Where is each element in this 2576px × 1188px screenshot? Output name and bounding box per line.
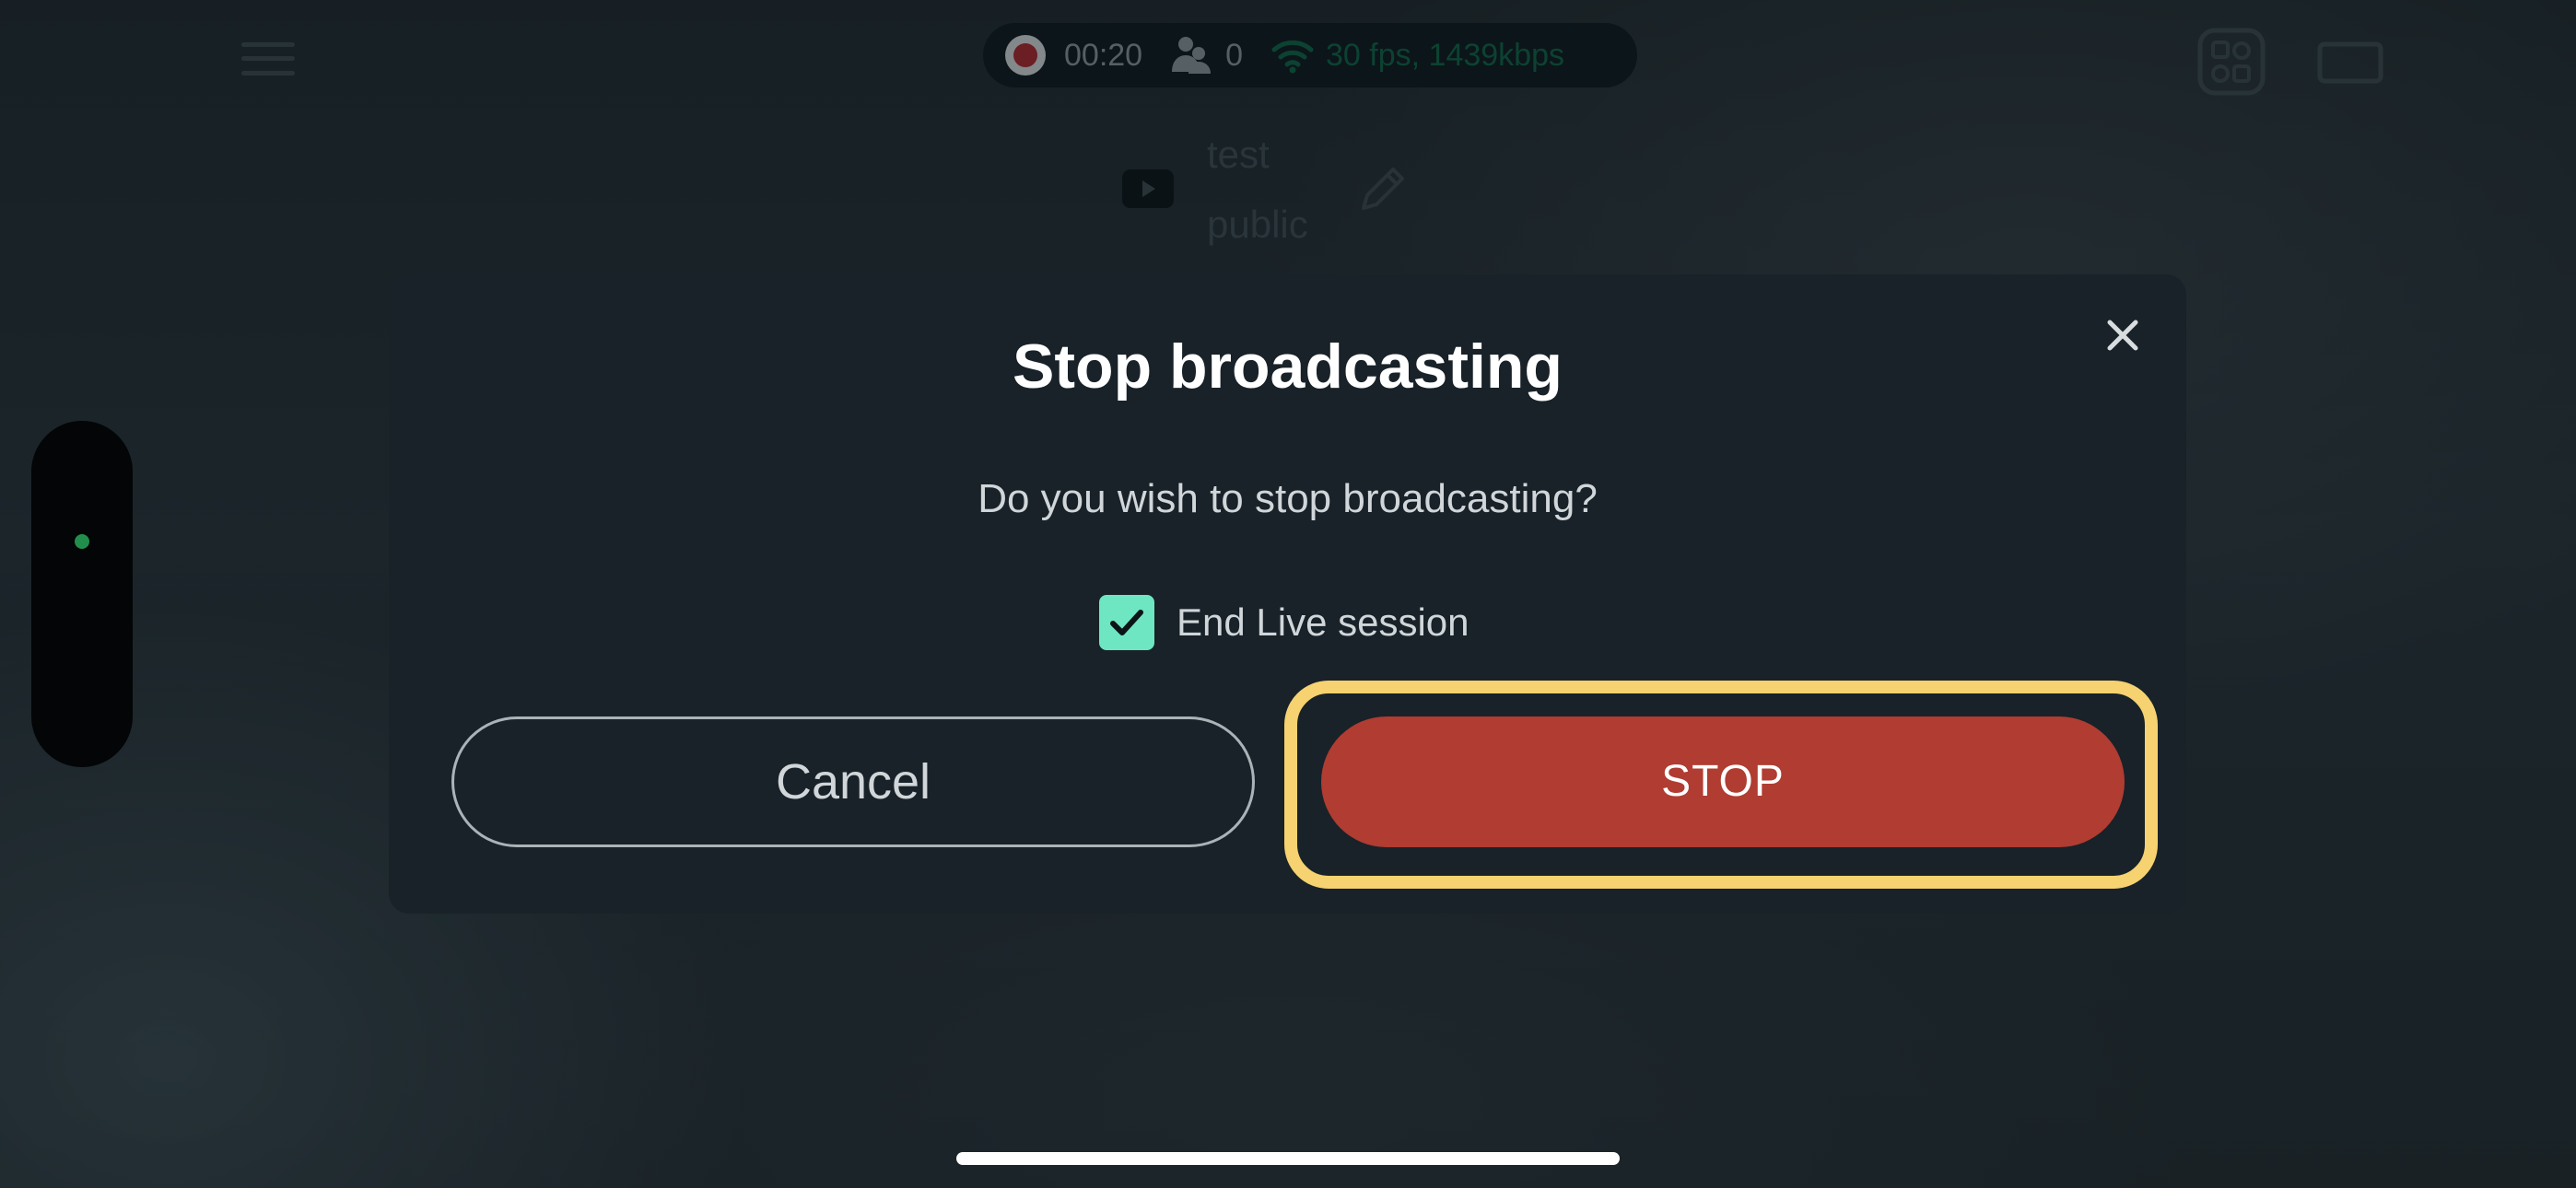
stop-button[interactable]: STOP [1321,716,2125,847]
end-live-session-option[interactable]: End Live session [1099,594,1469,651]
cancel-button[interactable]: Cancel [451,716,1255,847]
home-indicator[interactable] [956,1152,1620,1165]
dialog-title: Stop broadcasting [1013,332,1563,402]
stop-broadcast-dialog: Stop broadcasting Do you wish to stop br… [389,274,2186,914]
dialog-message: Do you wish to stop broadcasting? [978,476,1598,521]
checkbox-label: End Live session [1177,600,1469,644]
end-live-session-checkbox[interactable] [1099,595,1154,650]
checkmark-icon [1110,610,1143,635]
camera-preview: 00:20 0 30 fps, 1439kbps test public Sto… [0,0,2576,1188]
